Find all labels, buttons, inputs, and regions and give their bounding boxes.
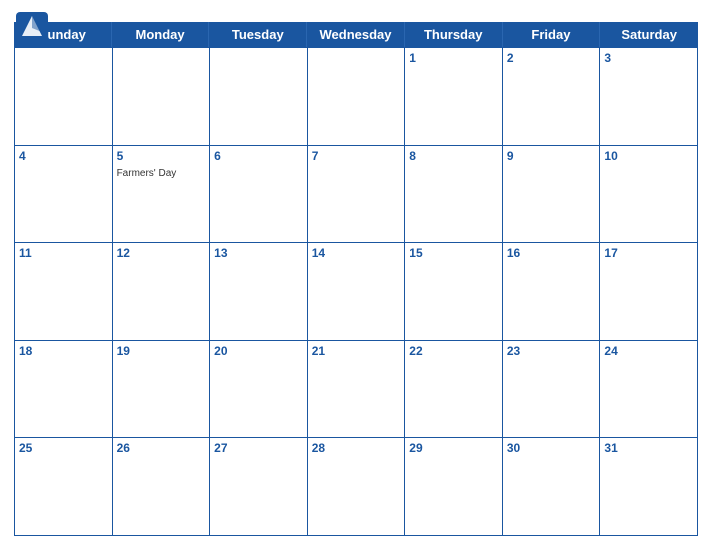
date-number: 9 xyxy=(507,149,596,163)
table-row[interactable]: 7 xyxy=(308,146,406,244)
table-row[interactable]: 12 xyxy=(113,243,211,341)
table-row[interactable]: 6 xyxy=(210,146,308,244)
date-number: 19 xyxy=(117,344,206,358)
logo-area xyxy=(14,10,52,46)
date-number: 21 xyxy=(312,344,401,358)
logo-icon xyxy=(14,10,50,46)
table-row[interactable]: 3 xyxy=(600,48,698,146)
table-row[interactable]: 14 xyxy=(308,243,406,341)
date-number: 4 xyxy=(19,149,108,163)
date-number: 5 xyxy=(117,149,206,163)
table-row[interactable]: 10 xyxy=(600,146,698,244)
table-row[interactable]: 1 xyxy=(405,48,503,146)
day-thursday: Thursday xyxy=(405,22,503,47)
table-row[interactable]: 2 xyxy=(503,48,601,146)
day-friday: Friday xyxy=(503,22,601,47)
table-row[interactable] xyxy=(308,48,406,146)
date-number: 3 xyxy=(604,51,693,65)
date-number: 26 xyxy=(117,441,206,455)
date-number: 29 xyxy=(409,441,498,455)
table-row[interactable]: 20 xyxy=(210,341,308,439)
date-number: 31 xyxy=(604,441,693,455)
table-row[interactable] xyxy=(15,48,113,146)
table-row[interactable]: 4 xyxy=(15,146,113,244)
table-row[interactable]: 31 xyxy=(600,438,698,536)
date-number: 14 xyxy=(312,246,401,260)
date-number: 27 xyxy=(214,441,303,455)
table-row[interactable]: 25 xyxy=(15,438,113,536)
table-row[interactable]: 28 xyxy=(308,438,406,536)
table-row[interactable]: 26 xyxy=(113,438,211,536)
table-row[interactable]: 15 xyxy=(405,243,503,341)
date-number: 2 xyxy=(507,51,596,65)
table-row[interactable]: 9 xyxy=(503,146,601,244)
date-number: 25 xyxy=(19,441,108,455)
date-number: 8 xyxy=(409,149,498,163)
date-number: 15 xyxy=(409,246,498,260)
date-number: 17 xyxy=(604,246,693,260)
date-number: 22 xyxy=(409,344,498,358)
table-row[interactable]: 17 xyxy=(600,243,698,341)
date-number: 28 xyxy=(312,441,401,455)
table-row[interactable]: 29 xyxy=(405,438,503,536)
table-row[interactable]: 5 Farmers' Day xyxy=(113,146,211,244)
table-row[interactable]: 19 xyxy=(113,341,211,439)
date-number: 16 xyxy=(507,246,596,260)
date-number: 23 xyxy=(507,344,596,358)
day-saturday: Saturday xyxy=(600,22,698,47)
calendar-header xyxy=(14,10,698,18)
table-row[interactable] xyxy=(113,48,211,146)
table-row[interactable]: 13 xyxy=(210,243,308,341)
day-tuesday: Tuesday xyxy=(209,22,307,47)
date-number: 7 xyxy=(312,149,401,163)
date-number: 11 xyxy=(19,246,108,260)
calendar-grid: 12345Farmers' Day67891011121314151617181… xyxy=(14,47,698,536)
day-wednesday: Wednesday xyxy=(307,22,405,47)
table-row[interactable]: 18 xyxy=(15,341,113,439)
date-number: 30 xyxy=(507,441,596,455)
date-number: 13 xyxy=(214,246,303,260)
table-row[interactable]: 24 xyxy=(600,341,698,439)
date-number: 18 xyxy=(19,344,108,358)
day-monday: Monday xyxy=(112,22,210,47)
table-row[interactable]: 27 xyxy=(210,438,308,536)
date-number: 6 xyxy=(214,149,303,163)
table-row[interactable]: 8 xyxy=(405,146,503,244)
table-row[interactable]: 21 xyxy=(308,341,406,439)
calendar-wrapper: Sunday Monday Tuesday Wednesday Thursday… xyxy=(0,0,712,550)
event-label: Farmers' Day xyxy=(117,168,177,179)
table-row[interactable]: 11 xyxy=(15,243,113,341)
table-row[interactable]: 30 xyxy=(503,438,601,536)
table-row[interactable] xyxy=(210,48,308,146)
date-number: 20 xyxy=(214,344,303,358)
date-number: 24 xyxy=(604,344,693,358)
date-number: 1 xyxy=(409,51,498,65)
day-headers: Sunday Monday Tuesday Wednesday Thursday… xyxy=(14,22,698,47)
table-row[interactable]: 22 xyxy=(405,341,503,439)
date-number: 12 xyxy=(117,246,206,260)
table-row[interactable]: 16 xyxy=(503,243,601,341)
table-row[interactable]: 23 xyxy=(503,341,601,439)
date-number: 10 xyxy=(604,149,693,163)
